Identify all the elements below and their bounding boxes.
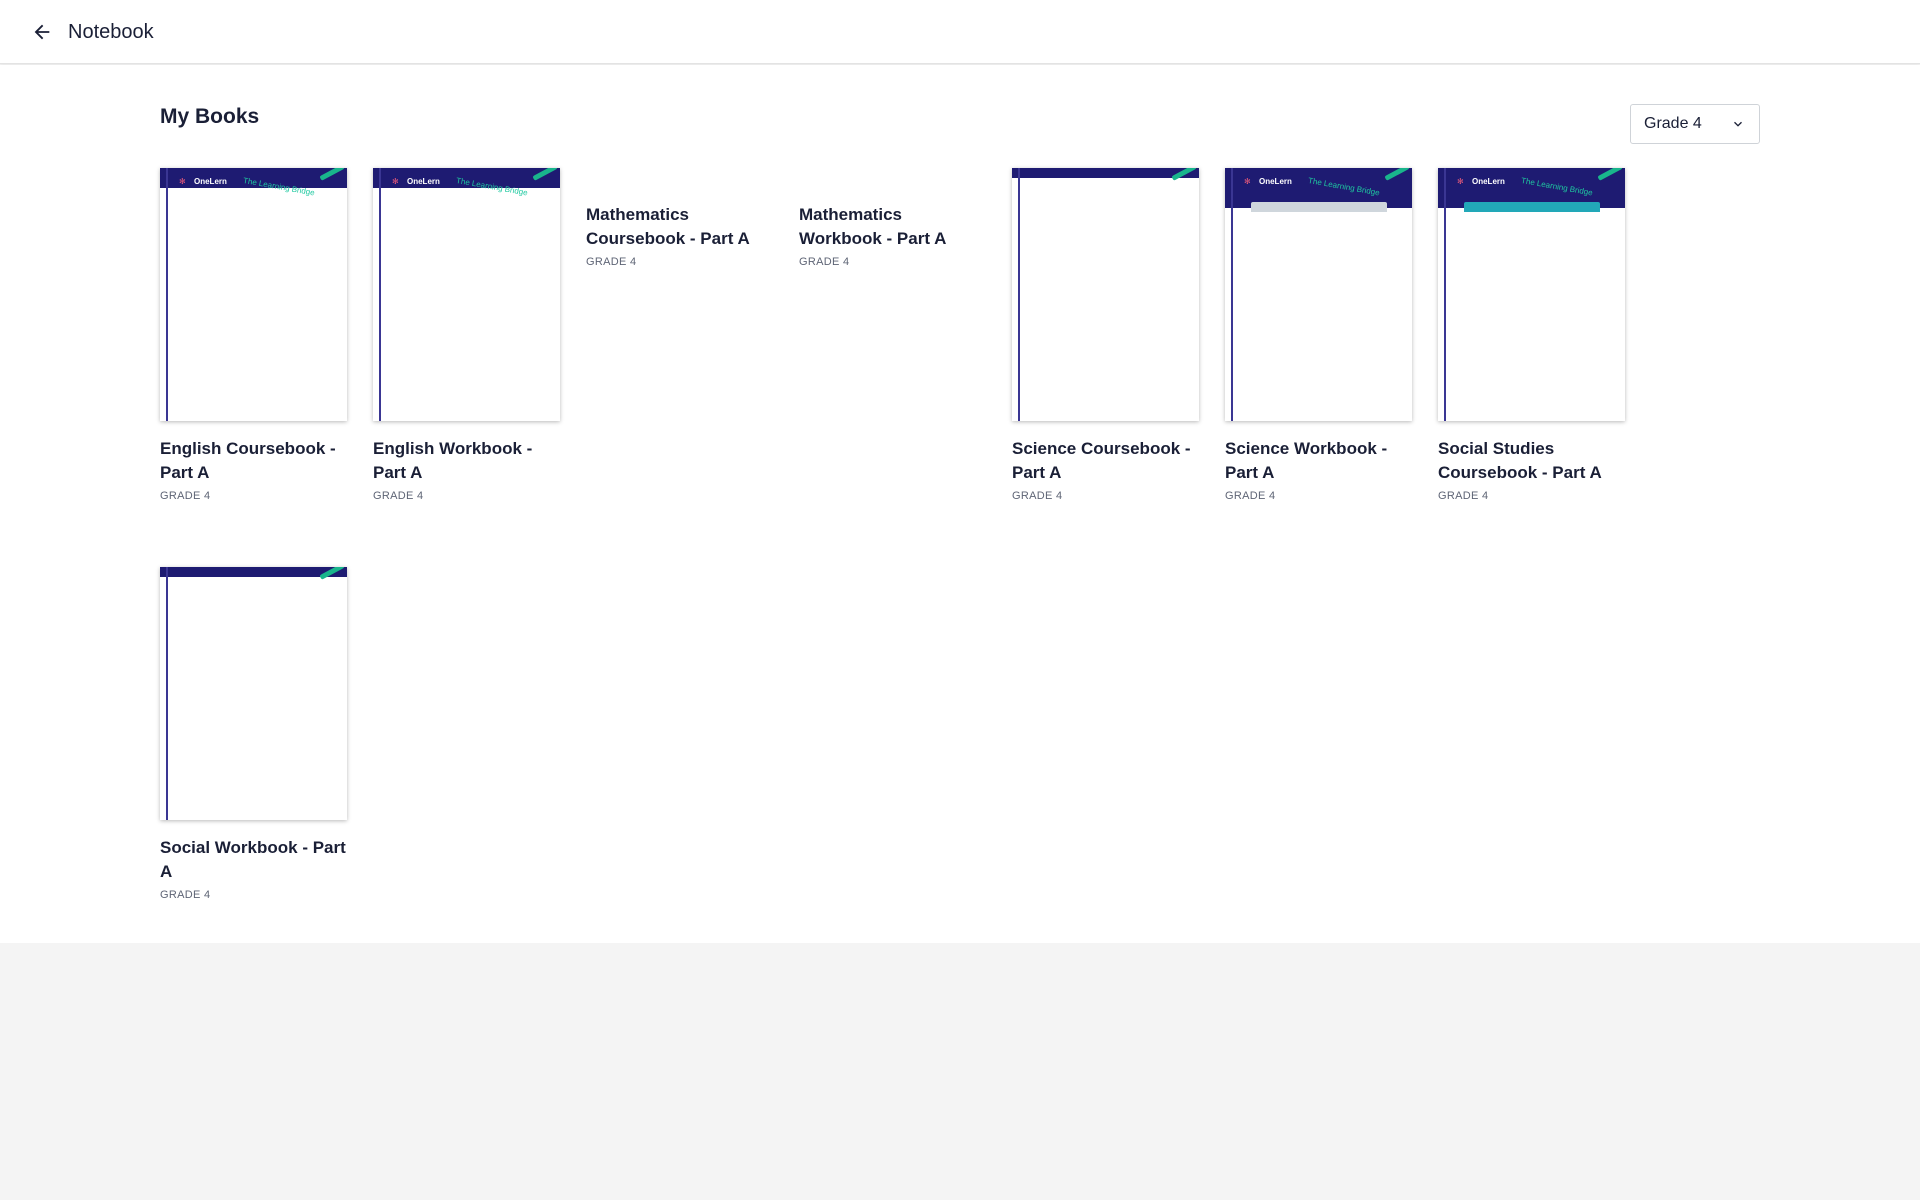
book-card[interactable]: Social Workbook - Part A GRADE 4: [160, 567, 350, 901]
book-card[interactable]: ✻ OneLern The Learning Bridge English Co…: [160, 168, 350, 502]
book-title[interactable]: Science Coursebook - Part A: [1012, 437, 1202, 485]
cover-spine: [1018, 168, 1020, 421]
book-grade: GRADE 4: [160, 889, 211, 901]
book-title[interactable]: Mathematics Coursebook - Part A: [586, 203, 776, 251]
book-grade: GRADE 4: [160, 490, 211, 502]
book-grade: GRADE 4: [1012, 490, 1063, 502]
grade-filter-select[interactable]: Grade 4: [1630, 104, 1760, 144]
book-grade: GRADE 4: [586, 256, 637, 268]
chevron-down-icon: [1734, 121, 1742, 127]
cover-spine: [1231, 168, 1233, 421]
book-cover[interactable]: ✻ OneLern The Learning Bridge: [373, 168, 560, 421]
cover-spine: [1444, 168, 1446, 421]
book-grade: GRADE 4: [799, 256, 850, 268]
top-app-bar: Notebook: [0, 0, 1920, 64]
book-card[interactable]: Mathematics Coursebook - Part A GRADE 4: [586, 203, 776, 268]
onelern-logo-icon: ✻: [1244, 177, 1251, 186]
book-card[interactable]: ✻ OneLern The Learning Bridge English Wo…: [373, 168, 563, 502]
cover-logo: OneLern: [407, 177, 440, 186]
book-cover[interactable]: [1012, 168, 1199, 421]
book-title[interactable]: Social Workbook - Part A: [160, 836, 350, 884]
book-card[interactable]: ✻ OneLern The Learning Bridge Science Wo…: [1225, 168, 1415, 502]
book-title[interactable]: Science Workbook - Part A: [1225, 437, 1415, 485]
back-button[interactable]: [28, 18, 56, 46]
book-cover[interactable]: ✻ OneLern The Learning Bridge: [160, 168, 347, 421]
cover-illustration: [1251, 202, 1387, 212]
book-title[interactable]: English Coursebook - Part A: [160, 437, 350, 485]
book-cover[interactable]: [160, 567, 347, 820]
cover-spine: [166, 168, 168, 421]
onelern-logo-icon: ✻: [179, 177, 186, 186]
book-card[interactable]: ✻ OneLern The Learning Bridge Social Stu…: [1438, 168, 1628, 502]
cover-logo: OneLern: [1472, 177, 1505, 186]
section-title: My Books: [160, 105, 260, 128]
cover-logo: OneLern: [1259, 177, 1292, 186]
arrow-left-icon: [34, 24, 50, 40]
onelern-logo-icon: ✻: [392, 177, 399, 186]
book-cover[interactable]: ✻ OneLern The Learning Bridge: [1438, 168, 1625, 421]
page-title: Notebook: [68, 21, 154, 43]
book-card[interactable]: Science Coursebook - Part A GRADE 4: [1012, 168, 1202, 502]
onelern-logo-icon: ✻: [1457, 177, 1464, 186]
grade-filter-value: Grade 4: [1644, 115, 1702, 132]
cover-spine: [166, 567, 168, 820]
cover-logo: OneLern: [194, 177, 227, 186]
book-title[interactable]: Social Studies Coursebook - Part A: [1438, 437, 1628, 485]
cover-spine: [379, 168, 381, 421]
book-cover[interactable]: ✻ OneLern The Learning Bridge: [1225, 168, 1412, 421]
main-content: My Books Grade 4 ✻ OneLern The Learning …: [0, 65, 1920, 943]
book-title[interactable]: Mathematics Workbook - Part A: [799, 203, 989, 251]
cover-illustration: [1464, 202, 1600, 212]
book-card[interactable]: Mathematics Workbook - Part A GRADE 4: [799, 203, 989, 268]
book-grade: GRADE 4: [373, 490, 424, 502]
book-title[interactable]: English Workbook - Part A: [373, 437, 563, 485]
book-grade: GRADE 4: [1225, 490, 1276, 502]
book-grade: GRADE 4: [1438, 490, 1489, 502]
